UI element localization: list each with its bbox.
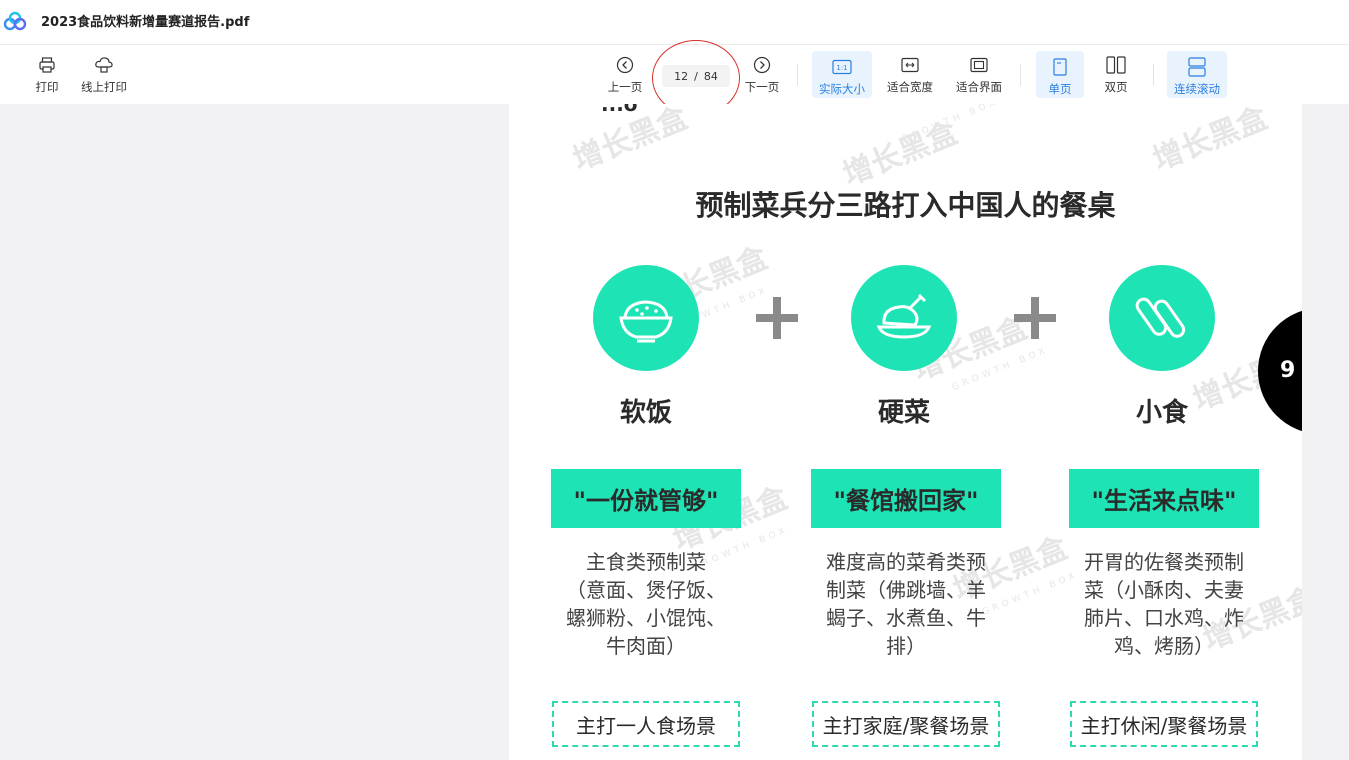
chevron-right-circle-icon — [753, 55, 771, 75]
printer-icon — [38, 55, 56, 75]
single-page-label: 单页 — [1048, 82, 1072, 96]
page-number-badge-text: 9 — [1280, 358, 1296, 383]
fit-page-icon — [970, 55, 988, 75]
double-page-button[interactable]: 双页 — [1096, 45, 1136, 104]
fit-width-label: 适合宽度 — [887, 80, 933, 94]
category-title: 硬菜 — [877, 398, 930, 428]
roast-chicken-icon — [851, 265, 957, 371]
viewer-toolbar: ： 打印 线上打印 上一页 12 / 84 下一页 1:1 实际大小 — [0, 45, 1349, 104]
double-page-icon — [1106, 55, 1126, 75]
actual-size-label: 实际大小 — [819, 82, 865, 96]
desc-line: 牛肉面） — [606, 634, 686, 658]
plus-icon — [756, 297, 798, 339]
desc-line: 主食类预制菜 — [586, 550, 706, 574]
desc-line: 肺片、口水鸡、炸 — [1084, 606, 1244, 630]
prev-page-button[interactable]: 上一页 — [604, 45, 646, 104]
scene-box: 主打一人食场景 — [552, 701, 740, 747]
category-description: 主食类预制菜 （意面、煲仔饭、 螺狮粉、小馄饨、 牛肉面） — [551, 548, 741, 660]
category-description: 难度高的菜肴类预 制菜（佛跳墙、羊 蝎子、水煮鱼、牛 排） — [811, 548, 1001, 660]
chevron-left-circle-icon — [616, 55, 634, 75]
fit-page-label: 适合界面 — [956, 80, 1002, 94]
category-description: 开胃的佐餐类预制 菜（小酥肉、夫妻 肺片、口水鸡、炸 鸡、烤肠） — [1069, 548, 1259, 660]
watermark: 增长黑盒 — [1148, 104, 1273, 178]
category-title: 软饭 — [619, 398, 672, 428]
toolbar-divider — [1153, 64, 1154, 86]
desc-line: 鸡、烤肠） — [1114, 634, 1214, 658]
desc-line: 制菜（佛跳墙、羊 — [826, 578, 986, 602]
total-pages: 84 — [703, 69, 718, 83]
page-separator: / — [694, 69, 698, 83]
partial-toolbar-button[interactable]: ： — [0, 45, 8, 104]
continuous-scroll-button[interactable]: 连续滚动 — [1167, 51, 1227, 98]
next-page-label: 下一页 — [744, 80, 780, 94]
slogan-banner: "生活来点味" — [1069, 469, 1259, 528]
slogan-banner: "一份就管够" — [551, 469, 741, 528]
next-page-button[interactable]: 下一页 — [741, 45, 783, 104]
slogan-banner: "餐馆搬回家" — [811, 469, 1001, 528]
actual-size-icon: 1:1 — [832, 57, 852, 77]
online-print-label: 线上打印 — [81, 80, 127, 94]
single-page-icon — [1053, 57, 1067, 77]
sausage-icon — [1109, 265, 1215, 371]
scene-box: 主打家庭/聚餐场景 — [812, 701, 1000, 747]
desc-line: 排） — [886, 634, 926, 658]
page-number-input[interactable]: 12 / 84 — [662, 65, 730, 87]
rice-bowl-icon — [593, 265, 699, 371]
partial-button-label: ： — [0, 79, 8, 95]
cut-off-text: ...o — [601, 104, 638, 116]
scene-box: 主打休闲/聚餐场景 — [1070, 701, 1258, 747]
fit-width-icon — [901, 55, 919, 75]
current-page-number: 12 — [674, 69, 689, 83]
desc-line: 难度高的菜肴类预 — [826, 550, 986, 574]
print-label: 打印 — [35, 80, 59, 94]
double-page-label: 双页 — [1104, 80, 1128, 94]
category-title: 小食 — [1135, 398, 1188, 428]
single-page-button[interactable]: 单页 — [1036, 51, 1084, 98]
actual-size-button[interactable]: 1:1 实际大小 — [812, 51, 872, 98]
pdf-page: 增长黑盒 增长黑盒 增长黑盒 增长黑盒 增长黑盒 增长黑盒 增长黑盒 增长黑盒 … — [509, 104, 1302, 760]
desc-line: 螺狮粉、小馄饨、 — [566, 606, 726, 630]
document-viewer[interactable]: 增长黑盒 增长黑盒 增长黑盒 增长黑盒 增长黑盒 增长黑盒 增长黑盒 增长黑盒 … — [0, 104, 1349, 760]
svg-text:1:1: 1:1 — [836, 64, 847, 72]
fit-width-button[interactable]: 适合宽度 — [884, 45, 936, 104]
print-button[interactable]: 打印 — [30, 45, 64, 104]
desc-line: （意面、煲仔饭、 — [566, 578, 726, 602]
cloud-app-logo-icon — [3, 11, 27, 31]
document-title: 2023食品饮料新增量赛道报告.pdf — [41, 15, 250, 30]
title-bar: 2023食品饮料新增量赛道报告.pdf — [0, 0, 1349, 45]
online-print-button[interactable]: 线上打印 — [78, 45, 130, 104]
continuous-scroll-label: 连续滚动 — [1174, 82, 1220, 96]
toolbar-divider — [797, 64, 798, 86]
prev-page-label: 上一页 — [607, 80, 643, 94]
continuous-scroll-icon — [1188, 57, 1206, 77]
page-heading: 预制菜兵分三路打入中国人的餐桌 — [695, 189, 1116, 222]
desc-line: 开胃的佐餐类预制 — [1084, 550, 1244, 574]
toolbar-divider — [1020, 64, 1021, 86]
fit-page-button[interactable]: 适合界面 — [953, 45, 1005, 104]
desc-line: 蝎子、水煮鱼、牛 — [826, 606, 986, 630]
plus-icon — [1014, 297, 1056, 339]
desc-line: 菜（小酥肉、夫妻 — [1084, 578, 1244, 602]
page-number-badge: 9 — [1258, 308, 1302, 434]
cloud-print-icon — [94, 55, 114, 75]
